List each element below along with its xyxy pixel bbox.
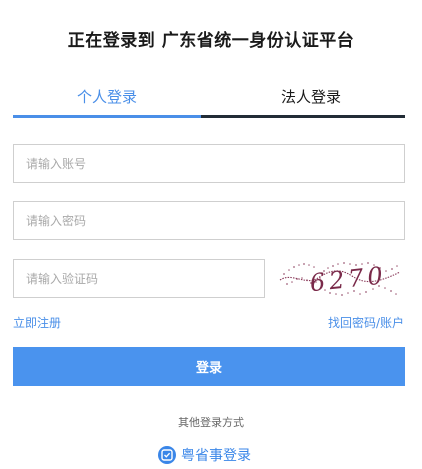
tab-divider-line xyxy=(201,115,405,118)
captcha-text: 6270 xyxy=(308,261,388,297)
captcha-input[interactable] xyxy=(13,259,265,298)
yss-app-icon xyxy=(158,446,176,464)
captcha-image[interactable]: 6270 xyxy=(278,256,404,300)
yss-login-link[interactable]: 粤省事登录 xyxy=(158,444,251,466)
other-login-title: 其他登录方式 xyxy=(178,416,244,429)
page-title: 正在登录到 广东省统一身份认证平台 xyxy=(67,31,355,51)
tab-personal-login[interactable]: 个人登录 xyxy=(13,84,201,114)
yss-login-label: 粤省事登录 xyxy=(181,448,251,464)
tab-legal-login[interactable]: 法人登录 xyxy=(217,84,405,114)
account-input[interactable] xyxy=(13,144,405,183)
tab-active-indicator xyxy=(13,115,201,118)
login-button[interactable]: 登录 xyxy=(13,347,405,386)
login-tabs: 个人登录 法人登录 xyxy=(13,84,405,118)
forgot-password-link[interactable]: 找回密码/账户 xyxy=(328,314,404,331)
register-link[interactable]: 立即注册 xyxy=(13,314,61,331)
password-input[interactable] xyxy=(13,201,405,240)
